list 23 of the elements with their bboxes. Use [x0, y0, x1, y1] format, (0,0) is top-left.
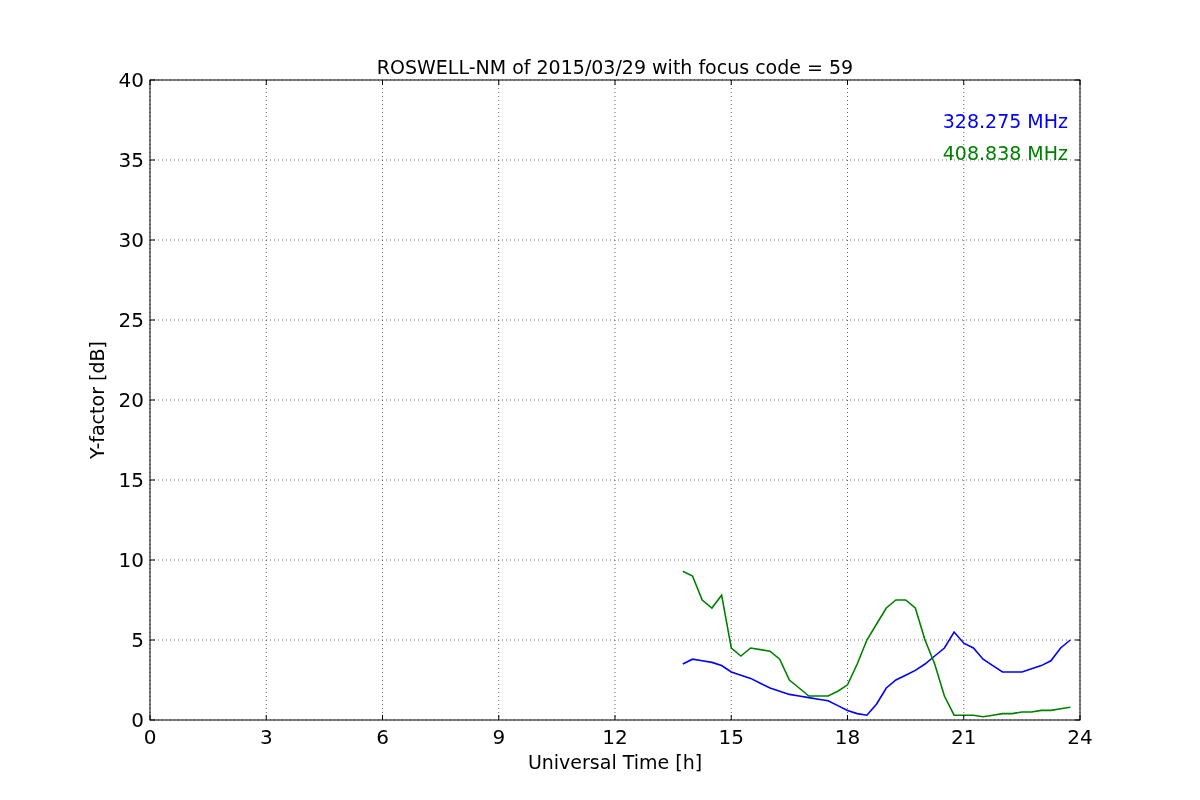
x-tick-label: 15 — [718, 725, 744, 749]
y-tick-label: 40 — [118, 68, 144, 92]
x-tick-label: 12 — [602, 725, 628, 749]
legend-label: 408.838 MHz — [942, 142, 1068, 164]
x-tick-label: 18 — [834, 725, 861, 749]
x-tick-label: 24 — [1067, 725, 1093, 749]
y-tick-label: 5 — [131, 628, 144, 652]
x-tick-label: 21 — [951, 725, 977, 749]
y-axis-label: Y-factor [dB] — [86, 341, 108, 459]
y-tick-label: 25 — [118, 308, 144, 332]
y-tick-label: 35 — [118, 148, 144, 172]
x-tick-label: 9 — [492, 725, 506, 749]
y-tick-label: 20 — [118, 388, 144, 412]
y-tick-label: 0 — [131, 708, 144, 732]
x-tick-label: 6 — [376, 725, 389, 749]
x-axis-label: Universal Time [h] — [527, 751, 703, 773]
y-tick-label: 15 — [118, 468, 144, 492]
x-tick-label: 0 — [143, 725, 157, 749]
y-tick-label: 10 — [118, 548, 144, 572]
chart-title: ROSWELL-NM of 2015/03/29 with focus code = 59 — [376, 56, 854, 78]
x-tick-label: 3 — [259, 725, 273, 749]
legend-label: 328.275 MHz — [942, 110, 1068, 132]
y-tick-label: 30 — [118, 228, 144, 252]
